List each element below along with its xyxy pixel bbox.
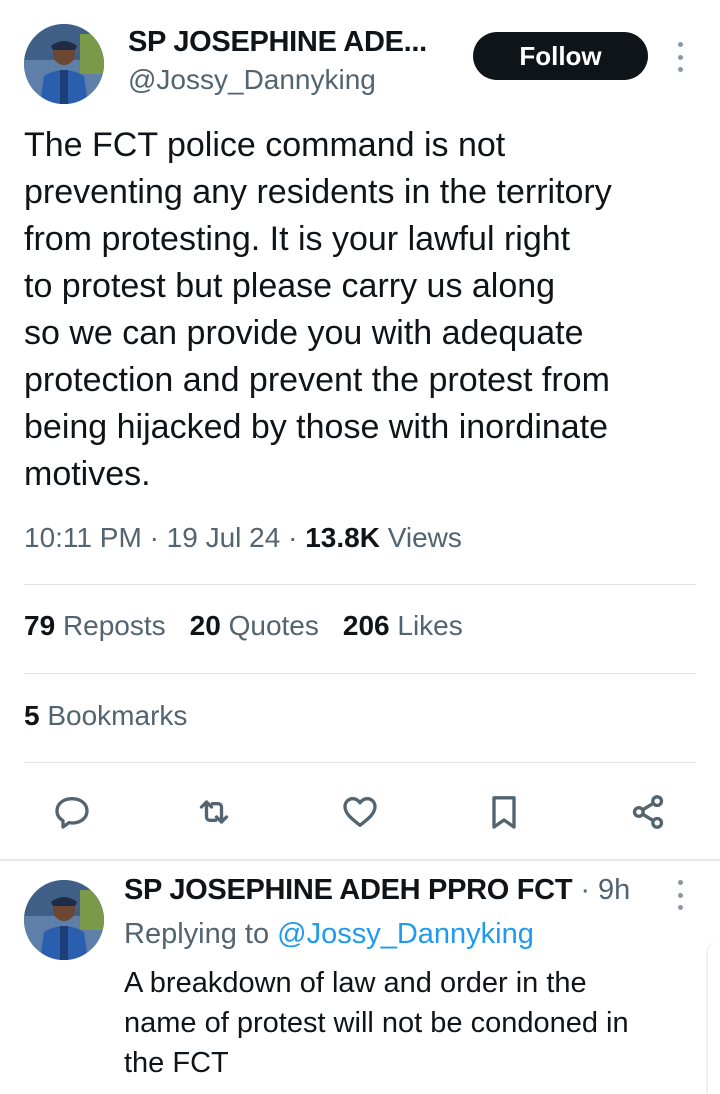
quotes-count: 20	[189, 610, 221, 641]
meta-separator: ·	[288, 522, 306, 553]
reply-button[interactable]	[48, 788, 96, 836]
quotes-stat[interactable]: 20 Quotes	[190, 610, 319, 642]
bookmarks-label: Bookmarks	[47, 700, 188, 731]
repost-button[interactable]	[190, 788, 238, 836]
quotes-label: Quotes	[228, 610, 319, 641]
tweet-header: SP JOSEPHINE ADE... @Jossy_Dannyking Fol…	[0, 0, 720, 110]
reply-icon	[55, 797, 89, 829]
bookmark-icon	[492, 796, 516, 829]
divider	[24, 673, 696, 674]
likes-label: Likes	[397, 610, 463, 641]
author-name[interactable]: SP JOSEPHINE ADE...	[128, 26, 427, 59]
reply-header: SP JOSEPHINE ADEH PPRO FCT · 9h	[124, 874, 630, 907]
tweet-text-line: to protest but please carry us along	[24, 267, 556, 305]
likes-stat[interactable]: 206 Likes	[343, 610, 463, 642]
reply-text-line: the FCT	[124, 1047, 229, 1079]
engagement-stats: 79 Reposts 20 Quotes 206 Likes	[24, 610, 463, 642]
reply-author-name[interactable]: SP JOSEPHINE ADEH PPRO FCT	[124, 874, 573, 906]
author-avatar[interactable]	[24, 24, 104, 104]
tweet-meta: 10:11 PM · 19 Jul 24 · 13.8K Views	[24, 522, 462, 554]
tweet-text-line: protection and prevent the protest from	[24, 361, 610, 399]
share-icon	[632, 795, 664, 829]
reposts-stat[interactable]: 79 Reposts	[24, 610, 166, 642]
floating-panel-edge	[706, 940, 720, 1094]
meta-separator: ·	[580, 874, 599, 906]
tweet-text-line: so we can provide you with adequate	[24, 314, 584, 352]
like-button[interactable]	[336, 788, 384, 836]
views-count: 13.8K	[305, 522, 380, 553]
bookmark-button[interactable]	[480, 788, 528, 836]
meta-separator: ·	[149, 522, 167, 553]
divider	[24, 762, 696, 763]
more-options-icon[interactable]	[674, 42, 686, 72]
reply-age[interactable]: 9h	[598, 874, 630, 906]
reposts-count: 79	[24, 610, 56, 641]
section-divider	[0, 859, 720, 861]
replying-to-mention[interactable]: @Jossy_Dannyking	[277, 918, 534, 950]
follow-button[interactable]: Follow	[473, 32, 648, 80]
author-handle[interactable]: @Jossy_Dannyking	[128, 64, 376, 96]
views-label: Views	[387, 522, 462, 553]
tweet-time[interactable]: 10:11 PM	[24, 522, 142, 553]
reply-text-line: A breakdown of law and order in the	[124, 967, 587, 999]
reply-text-line: name of protest will not be condoned in	[124, 1007, 629, 1039]
tweet-text-line: preventing any residents in the territor…	[24, 173, 612, 211]
reply-text: A breakdown of law and order in the name…	[124, 963, 694, 1083]
share-button[interactable]	[624, 788, 672, 836]
replying-to: Replying to @Jossy_Dannyking	[124, 918, 534, 951]
tweet-text-line: from protesting. It is your lawful right	[24, 220, 571, 258]
reposts-label: Reposts	[62, 610, 166, 641]
replying-prefix: Replying to	[124, 918, 270, 950]
repost-icon	[199, 800, 229, 824]
bookmarks-stat[interactable]: 5 Bookmarks	[24, 700, 187, 732]
bookmarks-count: 5	[24, 700, 40, 731]
tweet-text-line: being hijacked by those with inordinate	[24, 408, 609, 446]
likes-count: 206	[342, 610, 390, 641]
tweet-text-line: The FCT police command is not	[24, 126, 506, 164]
tweet-text: The FCT police command is not preventing…	[24, 122, 696, 498]
like-icon	[343, 797, 377, 827]
tweet-date[interactable]: 19 Jul 24	[167, 522, 281, 553]
divider	[24, 584, 696, 585]
reply-more-options-icon[interactable]	[674, 880, 686, 910]
reply-author-avatar[interactable]	[24, 880, 104, 960]
tweet-text-line: motives.	[24, 455, 151, 493]
